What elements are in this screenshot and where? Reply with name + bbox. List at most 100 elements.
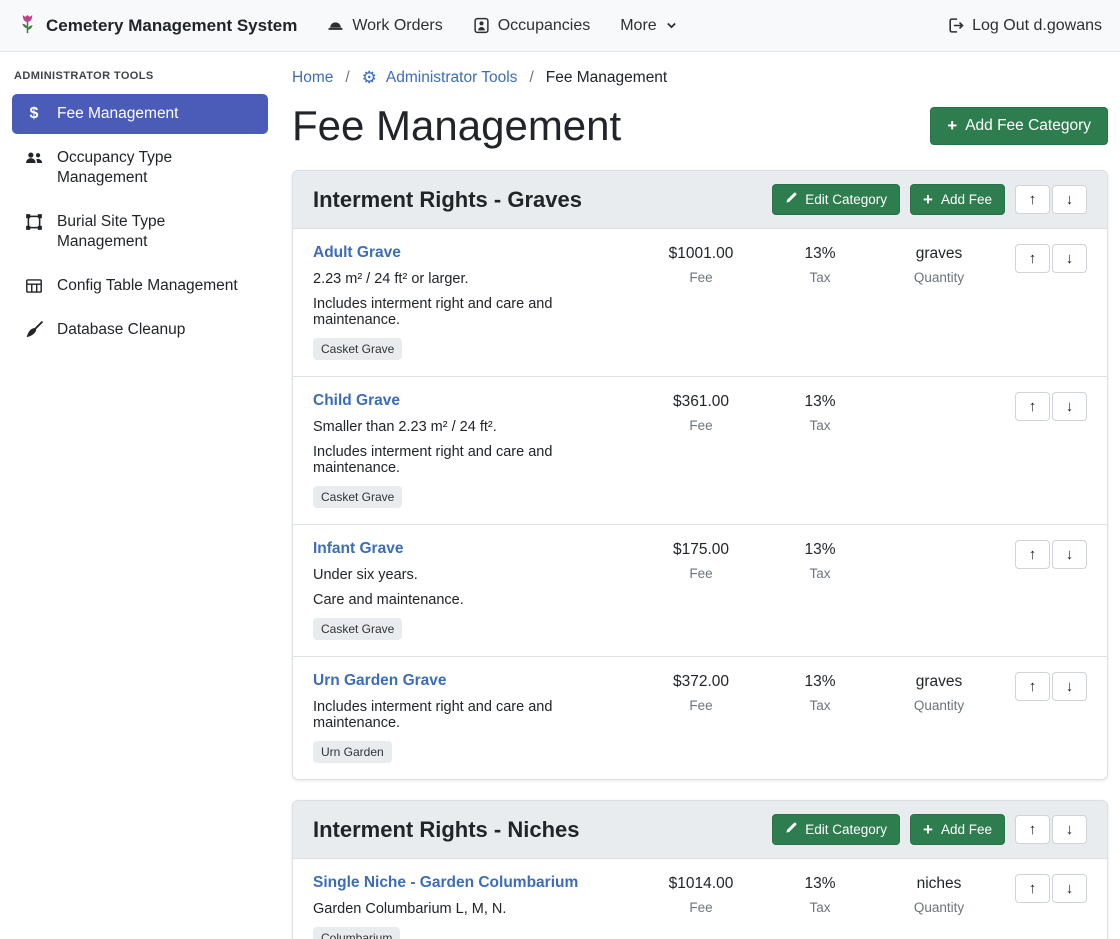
sidebar-item-fee-management[interactable]: $ Fee Management — [12, 94, 268, 134]
move-category-down-button[interactable]: ↓ — [1052, 185, 1087, 214]
fee-type-badge: Casket Grave — [313, 338, 402, 360]
plus-icon: + — [923, 194, 933, 206]
fee-description: 2.23 m² / 24 ft² or larger. — [313, 271, 631, 287]
fee-amount: $1001.00 — [641, 245, 761, 263]
sidebar-item-label: Config Table Management — [57, 276, 238, 296]
nav-more[interactable]: More — [620, 17, 677, 35]
move-fee-up-button[interactable]: ↑ — [1015, 672, 1050, 701]
fee-description: Includes interment right and care and ma… — [313, 296, 631, 328]
fee-name-link[interactable]: Single Niche - Garden Columbarium — [313, 874, 578, 892]
move-category-down-button[interactable]: ↓ — [1052, 815, 1087, 844]
add-fee-category-label: Add Fee Category — [965, 117, 1091, 135]
main-content: Home / ⚙ Administrator Tools / Fee Manag… — [280, 52, 1120, 939]
sidebar-item-label: Fee Management — [57, 104, 179, 124]
quantity-value: graves — [879, 245, 999, 263]
sidebar-item-label: Burial Site Type Management — [57, 212, 256, 252]
chevron-down-icon — [665, 19, 678, 32]
sidebar-item-label: Occupancy Type Management — [57, 148, 256, 188]
people-icon — [24, 149, 44, 167]
move-fee-up-button[interactable]: ↑ — [1015, 244, 1050, 273]
fee-amount: $1014.00 — [641, 875, 761, 893]
breadcrumb-admin-tools-link[interactable]: ⚙ Administrator Tools — [362, 68, 518, 88]
category-header: Interment Rights - Niches Edit Category … — [293, 801, 1107, 859]
sidebar-item-occupancy-type-management[interactable]: Occupancy Type Management — [12, 138, 268, 198]
table-icon — [24, 277, 44, 295]
nav-more-label: More — [620, 17, 656, 35]
fee-amount: $175.00 — [641, 541, 761, 559]
move-fee-down-button[interactable]: ↓ — [1052, 672, 1087, 701]
category-title: Interment Rights - Niches — [313, 817, 579, 843]
move-fee-down-button[interactable]: ↓ — [1052, 392, 1087, 421]
fee-description: Includes interment right and care and ma… — [313, 444, 631, 476]
sidebar-item-config-table-management[interactable]: Config Table Management — [12, 266, 268, 306]
breadcrumb-current: Fee Management — [546, 69, 668, 87]
move-fee-up-button[interactable]: ↑ — [1015, 540, 1050, 569]
hard-hat-icon — [327, 17, 344, 34]
sidebar-item-burial-site-type-management[interactable]: Burial Site Type Management — [12, 202, 268, 262]
nav-occupancies[interactable]: Occupancies — [473, 17, 591, 35]
fee-description: Garden Columbarium L, M, N. — [313, 901, 631, 917]
fee-type-badge: Urn Garden — [313, 741, 392, 763]
add-fee-label: Add Fee — [941, 192, 992, 207]
breadcrumb-home-link[interactable]: Home — [292, 69, 333, 87]
move-category-up-button[interactable]: ↑ — [1015, 185, 1050, 214]
tax-label: Tax — [775, 566, 865, 581]
fee-name-link[interactable]: Adult Grave — [313, 244, 401, 262]
tax-value: 13% — [775, 393, 865, 411]
person-badge-icon — [473, 17, 490, 34]
tax-value: 13% — [775, 245, 865, 263]
logout-button[interactable]: Log Out d.gowans — [947, 17, 1102, 35]
fee-amount: $361.00 — [641, 393, 761, 411]
app-brand[interactable]: Cemetery Management System — [18, 14, 297, 37]
breadcrumb-separator: / — [529, 69, 533, 87]
quantity-label: Quantity — [879, 698, 999, 713]
fee-amount-column: $175.00 Fee — [641, 540, 761, 640]
gear-icon: ⚙ — [362, 68, 377, 88]
fee-name-link[interactable]: Infant Grave — [313, 540, 403, 558]
dollar-icon: $ — [24, 105, 44, 123]
tax-label: Tax — [775, 698, 865, 713]
breadcrumb: Home / ⚙ Administrator Tools / Fee Manag… — [292, 68, 1108, 88]
tax-column: 13% Tax — [775, 244, 865, 360]
fee-type-badge: Casket Grave — [313, 618, 402, 640]
logout-icon — [947, 17, 964, 34]
sidebar-item-database-cleanup[interactable]: Database Cleanup — [12, 310, 268, 350]
fee-amount-label: Fee — [641, 566, 761, 581]
breadcrumb-admin-tools-label: Administrator Tools — [386, 69, 518, 87]
edit-category-label: Edit Category — [805, 822, 887, 837]
tax-value: 13% — [775, 875, 865, 893]
edit-category-button[interactable]: Edit Category — [772, 184, 900, 215]
fee-type-badge: Columbarium — [313, 927, 400, 939]
nav-work-orders-label: Work Orders — [352, 17, 442, 35]
tax-label: Tax — [775, 900, 865, 915]
app-title: Cemetery Management System — [46, 16, 297, 36]
add-fee-category-button[interactable]: + Add Fee Category — [930, 107, 1108, 145]
fee-row-infant-grave: Infant Grave Under six years. Care and m… — [293, 525, 1107, 657]
move-fee-up-button[interactable]: ↑ — [1015, 874, 1050, 903]
move-fee-down-button[interactable]: ↓ — [1052, 540, 1087, 569]
sidebar-item-label: Database Cleanup — [57, 320, 185, 340]
broom-icon — [24, 321, 44, 339]
top-navbar: Cemetery Management System Work Orders O… — [0, 0, 1120, 52]
fee-name-link[interactable]: Urn Garden Grave — [313, 672, 447, 690]
move-fee-down-button[interactable]: ↓ — [1052, 244, 1087, 273]
fee-row-child-grave: Child Grave Smaller than 2.23 m² / 24 ft… — [293, 377, 1107, 525]
nav-work-orders[interactable]: Work Orders — [327, 17, 442, 35]
admin-sidebar: ADMINISTRATOR TOOLS $ Fee Management Occ… — [0, 52, 280, 939]
edit-category-button[interactable]: Edit Category — [772, 814, 900, 845]
quantity-column: graves Quantity — [879, 672, 999, 763]
fee-name-link[interactable]: Child Grave — [313, 392, 400, 410]
move-fee-down-button[interactable]: ↓ — [1052, 874, 1087, 903]
move-fee-up-button[interactable]: ↑ — [1015, 392, 1050, 421]
fee-amount: $372.00 — [641, 673, 761, 691]
add-fee-button[interactable]: + Add Fee — [910, 814, 1005, 845]
nav-occupancies-label: Occupancies — [498, 17, 591, 35]
fee-row-urn-garden-grave: Urn Garden Grave Includes interment righ… — [293, 657, 1107, 779]
tax-column: 13% Tax — [775, 874, 865, 939]
quantity-column — [879, 392, 999, 508]
fee-row-adult-grave: Adult Grave 2.23 m² / 24 ft² or larger. … — [293, 229, 1107, 377]
move-category-up-button[interactable]: ↑ — [1015, 815, 1050, 844]
add-fee-button[interactable]: + Add Fee — [910, 184, 1005, 215]
fee-description: Care and maintenance. — [313, 592, 631, 608]
tax-value: 13% — [775, 673, 865, 691]
